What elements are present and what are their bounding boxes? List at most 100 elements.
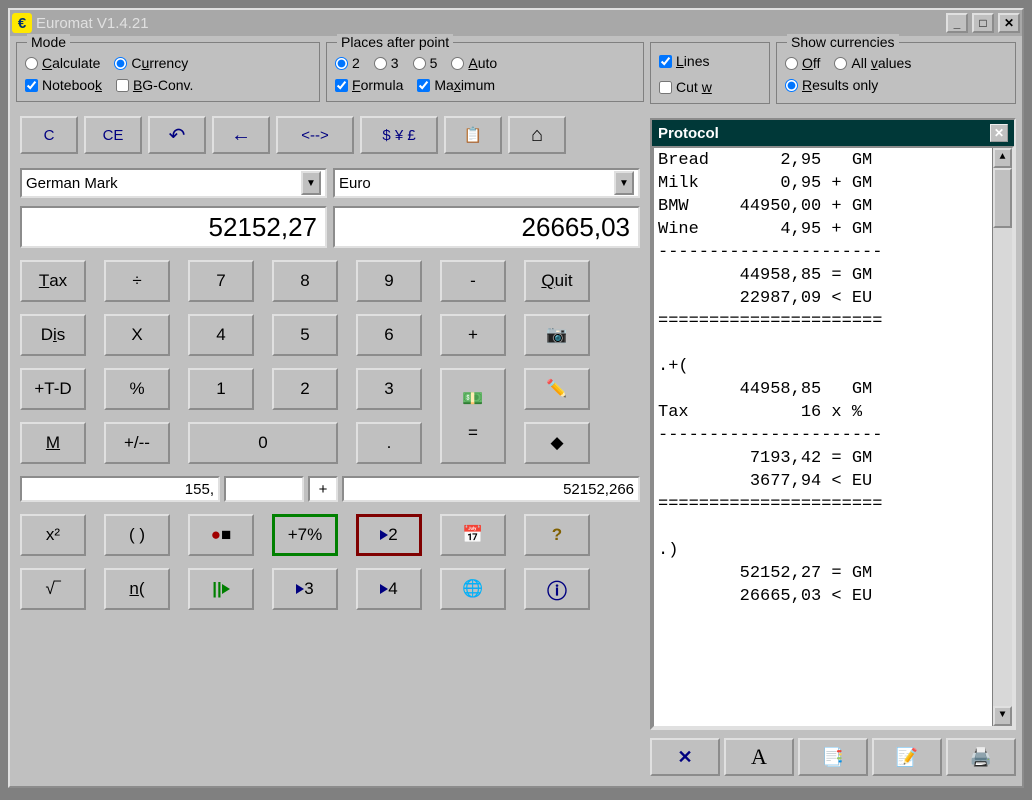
radio-currency[interactable]: Currency — [114, 55, 188, 71]
memory-button[interactable]: M — [20, 422, 86, 464]
from-currency-select[interactable]: German Mark ▼ — [20, 168, 327, 198]
updown-button[interactable]: ◆ — [524, 422, 590, 464]
nparen-button[interactable]: n( — [104, 568, 170, 610]
protocol-close-button[interactable]: ✕ — [990, 124, 1008, 142]
ptd-button[interactable]: +T-D — [20, 368, 86, 410]
protocol-toolbar: ✕ A 📑 📝 🖨️ — [650, 734, 1016, 780]
calendar-button[interactable]: 📅 — [440, 514, 506, 556]
help-icon: ? — [552, 525, 562, 545]
radio-calculate[interactable]: Calculate — [25, 55, 100, 71]
x-icon: ✕ — [677, 747, 692, 768]
protocol-copy-button[interactable]: 📑 — [798, 738, 868, 776]
percent-button[interactable]: % — [104, 368, 170, 410]
tax-button[interactable]: Tax — [20, 260, 86, 302]
info-button[interactable]: ⓘ — [524, 568, 590, 610]
info-icon: ⓘ — [547, 575, 567, 604]
play3-button[interactable]: 3 — [272, 568, 338, 610]
paren-button[interactable]: ( ) — [104, 514, 170, 556]
copy-button[interactable]: 📋 — [444, 116, 502, 154]
play-icon — [380, 530, 388, 540]
dis-button[interactable]: Dis — [20, 314, 86, 356]
pencil-icon: ✏️ — [546, 379, 567, 399]
key-1[interactable]: 1 — [188, 368, 254, 410]
check-bgconv[interactable]: BG-Conv. — [116, 77, 193, 93]
plusminus-button[interactable]: +/-- — [104, 422, 170, 464]
divide-button[interactable]: ÷ — [104, 260, 170, 302]
key-3[interactable]: 3 — [356, 368, 422, 410]
backspace-button[interactable]: ← — [212, 116, 270, 154]
content: Mode Calculate Currency Notebook BG-Conv… — [10, 36, 1022, 786]
key-5[interactable]: 5 — [272, 314, 338, 356]
radio-auto[interactable]: Auto — [451, 55, 497, 71]
globe-icon: 🌐 — [462, 579, 483, 599]
key-4[interactable]: 4 — [188, 314, 254, 356]
currency-symbols-button[interactable]: $ ¥ £ — [360, 116, 438, 154]
places-fieldset: Places after point 2 3 5 Auto Formula Ma… — [326, 42, 644, 102]
undo-button[interactable]: ↶ — [148, 116, 206, 154]
radio-5[interactable]: 5 — [413, 55, 438, 71]
key-2[interactable]: 2 — [272, 368, 338, 410]
maximize-button[interactable]: □ — [972, 13, 994, 33]
money-icon: 💵 — [462, 389, 483, 409]
sqrt-button[interactable]: √‾ — [20, 568, 86, 610]
radio-2[interactable]: 2 — [335, 55, 360, 71]
check-formula[interactable]: Formula — [335, 77, 403, 93]
protocol-delete-button[interactable]: ✕ — [650, 738, 720, 776]
scroll-thumb[interactable] — [993, 168, 1012, 228]
scroll-up-button[interactable]: ▲ — [993, 148, 1012, 168]
money-button[interactable]: 💵 = — [440, 368, 506, 464]
mode-fieldset: Mode Calculate Currency Notebook BG-Conv… — [16, 42, 320, 102]
close-button[interactable]: ✕ — [998, 13, 1020, 33]
showcurr-fieldset: Show currencies Off All values Results o… — [776, 42, 1016, 104]
titlebar: € Euromat V1.4.21 _ □ ✕ — [10, 10, 1022, 36]
calendar-icon: 📅 — [462, 525, 483, 545]
square-button[interactable]: x² — [20, 514, 86, 556]
check-notebook[interactable]: Notebook — [25, 77, 102, 93]
multiply-button[interactable]: X — [104, 314, 170, 356]
minus-button[interactable]: - — [440, 260, 506, 302]
play4-button[interactable]: 4 — [356, 568, 422, 610]
pause-button[interactable]: || — [188, 568, 254, 610]
key-8[interactable]: 8 — [272, 260, 338, 302]
radio-allvalues[interactable]: All values — [834, 55, 911, 71]
radio-resultsonly[interactable]: Results only — [785, 77, 878, 93]
clear-entry-button[interactable]: CE — [84, 116, 142, 154]
minimize-button[interactable]: _ — [946, 13, 968, 33]
scroll-down-button[interactable]: ▼ — [993, 706, 1012, 726]
radio-3[interactable]: 3 — [374, 55, 399, 71]
check-maximum[interactable]: Maximum — [417, 77, 495, 93]
check-cutw[interactable]: Cut w — [659, 79, 761, 95]
left-panel: Mode Calculate Currency Notebook BG-Conv… — [16, 42, 644, 780]
camera-button[interactable]: 📷 — [524, 314, 590, 356]
clear-button[interactable]: C — [20, 116, 78, 154]
record-button[interactable]: ●■ — [188, 514, 254, 556]
font-icon: A — [751, 744, 767, 770]
status-total: 52152,266 — [342, 476, 640, 502]
key-9[interactable]: 9 — [356, 260, 422, 302]
app-window: € Euromat V1.4.21 _ □ ✕ Mode Calculate C… — [8, 8, 1024, 788]
protocol-font-button[interactable]: A — [724, 738, 794, 776]
key-7[interactable]: 7 — [188, 260, 254, 302]
home-button[interactable]: ⌂ — [508, 116, 566, 154]
play-icon — [222, 584, 230, 594]
edit-button[interactable]: ✏️ — [524, 368, 590, 410]
plus-button[interactable]: + — [440, 314, 506, 356]
check-lines[interactable]: Lines — [659, 53, 761, 69]
plus7-button[interactable]: +7% — [272, 514, 338, 556]
key-6[interactable]: 6 — [356, 314, 422, 356]
radio-off[interactable]: Off — [785, 55, 820, 71]
copy-icon: 📋 — [464, 126, 483, 144]
scrollbar[interactable]: ▲ ▼ — [992, 148, 1012, 726]
play2-button[interactable]: 2 — [356, 514, 422, 556]
decimal-button[interactable]: . — [356, 422, 422, 464]
protocol-print-button[interactable]: 🖨️ — [946, 738, 1016, 776]
play-icon — [380, 584, 388, 594]
globe-button[interactable]: 🌐 — [440, 568, 506, 610]
quit-button[interactable]: Quit — [524, 260, 590, 302]
key-0[interactable]: 0 — [188, 422, 338, 464]
help-button[interactable]: ? — [524, 514, 590, 556]
printer-icon: 🖨️ — [970, 747, 992, 768]
to-currency-select[interactable]: Euro ▼ — [333, 168, 640, 198]
protocol-note-button[interactable]: 📝 — [872, 738, 942, 776]
swap-button[interactable]: <--> — [276, 116, 354, 154]
